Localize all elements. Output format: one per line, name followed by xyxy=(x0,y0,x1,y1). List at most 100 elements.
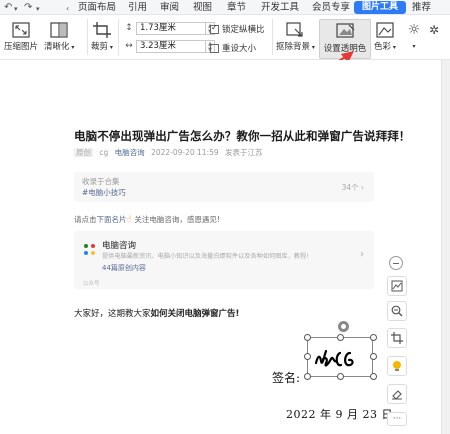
ribbon-divider xyxy=(118,19,119,55)
collection-count: 34个 › xyxy=(341,183,364,192)
layout-icon xyxy=(391,280,403,292)
ribbon-toolbar: 压缩图片 清晰化 ▾ 裁剪 ▾ ↕ 1.73厘米 ▲▼ ↔ 3.23厘米 ▲▼ … xyxy=(0,15,450,60)
color-button[interactable]: 色彩 ▾ xyxy=(374,21,396,53)
resize-handle-bottom-left[interactable] xyxy=(304,373,311,380)
brightness-up-button[interactable]: ☼ ▾ xyxy=(404,21,424,52)
lock-ratio-checkbox[interactable]: 锁定纵横比 xyxy=(210,23,265,35)
ribbon-divider xyxy=(272,19,273,55)
account-name: 电脑咨询 xyxy=(102,241,137,251)
resize-handle-bottom[interactable] xyxy=(337,373,344,380)
collection-box[interactable]: 收录于合集 #电脑小技巧 34个 › xyxy=(74,172,374,202)
finger-icon: ☝ xyxy=(126,215,132,225)
menu-bar: ↶ ▾ ↷ ▾ ‹ 页面布局 引用 审阅 视图 章节 开发工具 会员专享 图片工… xyxy=(0,0,450,15)
crop-button[interactable]: 裁剪 ▾ xyxy=(91,21,113,53)
tab-recommend[interactable]: 推荐 xyxy=(412,1,431,14)
menu-chapter[interactable]: 章节 xyxy=(227,1,246,14)
collection-label: 收录于合集 xyxy=(82,177,120,186)
chevron-right-icon: › xyxy=(360,249,364,260)
redo-icon[interactable]: ↷ xyxy=(24,1,32,14)
brightness-up-dropdown-icon: ▾ xyxy=(412,43,416,50)
ai-tool-button[interactable] xyxy=(387,356,407,376)
layout-options-button[interactable] xyxy=(387,276,407,296)
article-meta: 原创 cg 电脑咨询 2022-09-20 11:59 发表于江苏 xyxy=(74,147,263,158)
menu-member[interactable]: 会员专享 xyxy=(312,1,350,14)
height-input[interactable]: 1.73厘米 xyxy=(136,21,206,35)
remove-background-icon xyxy=(285,21,305,39)
account-description: 提供电脑最新资讯、电脑小知识以及海量白嫖软件以及各种如何图库，教程! xyxy=(102,253,309,260)
author-name: cg xyxy=(99,148,109,157)
compress-label: 压缩图片 xyxy=(4,42,39,52)
vertical-scrollbar[interactable] xyxy=(441,60,450,434)
zoom-button[interactable] xyxy=(387,301,407,321)
reset-size-button[interactable]: 重设大小 xyxy=(210,42,256,54)
compress-image-button[interactable]: 压缩图片 xyxy=(4,21,38,52)
resize-handle-top[interactable] xyxy=(337,334,344,341)
color-icon xyxy=(375,21,395,39)
set-transparent-icon xyxy=(336,23,356,43)
tab-picture-tools[interactable]: 图片工具 xyxy=(354,1,406,14)
clarify-label: 清晰化 ▾ xyxy=(44,42,75,52)
intro-paragraph: 大家好，这期教大家如何关闭电脑弹窗广告! xyxy=(74,307,239,319)
menu-expand-icon[interactable]: ‹ xyxy=(66,2,69,15)
menu-page-layout[interactable]: 页面布局 xyxy=(78,1,116,14)
clarify-icon xyxy=(49,21,69,39)
account-logo-icon xyxy=(84,244,95,255)
eraser-icon xyxy=(392,390,402,400)
resize-handle-top-right[interactable] xyxy=(370,334,377,341)
intro-normal-text: 大家好，这期教大家 xyxy=(74,309,151,319)
lightbulb-icon xyxy=(393,361,401,371)
crop-label: 裁剪 ▾ xyxy=(91,42,113,52)
height-icon: ↕ xyxy=(125,23,133,33)
rotate-handle[interactable] xyxy=(338,321,349,332)
float-crop-button[interactable] xyxy=(387,328,407,348)
menu-references[interactable]: 引用 xyxy=(128,1,147,14)
publish-location: 发表于江苏 xyxy=(225,148,263,157)
publish-date: 2022-09-20 11:59 xyxy=(151,148,219,157)
follow-link[interactable]: 下面名片 xyxy=(97,215,127,224)
intro-bold-text: 如何关闭电脑弹窗广告! xyxy=(150,309,240,319)
resize-handle-right[interactable] xyxy=(370,353,377,360)
account-article-count: 44篇原创内容 xyxy=(102,264,146,272)
eraser-button[interactable] xyxy=(387,384,407,404)
resize-handle-top-left[interactable] xyxy=(304,334,311,341)
follow-prefix: 请点击 xyxy=(74,215,97,224)
float-toolbar-collapse-button[interactable] xyxy=(389,256,403,270)
follow-suffix: 关注电脑咨询，感恩遇见! xyxy=(134,215,220,224)
menu-view[interactable]: 视图 xyxy=(193,1,212,14)
reset-size-label: 重设大小 xyxy=(222,44,257,54)
clarify-button[interactable]: 清晰化 ▾ xyxy=(44,21,74,53)
reset-size-icon xyxy=(210,43,219,53)
brightness-down-icon: ✲ xyxy=(428,23,440,37)
signature-label: 签名: xyxy=(272,371,301,385)
follow-prompt: 请点击下面名片☝ 关注电脑咨询，感恩遇见! xyxy=(74,214,220,225)
account-type-label: 公众号 xyxy=(83,281,100,287)
signature-date: 2022 年 9 月 23 日 xyxy=(286,408,393,421)
zoom-icon xyxy=(391,305,403,317)
more-options-button[interactable]: ··· xyxy=(387,412,407,426)
height-row: ↕ 1.73厘米 ▲▼ xyxy=(122,21,215,35)
menu-developer-tools[interactable]: 开发工具 xyxy=(261,1,299,14)
ribbon-divider xyxy=(87,19,88,55)
lock-ratio-label: 锁定纵横比 xyxy=(222,25,265,35)
checkbox-checked-icon xyxy=(210,23,219,34)
brightness-down-button[interactable]: ✲ xyxy=(424,21,444,39)
width-input[interactable]: 3.23厘米 xyxy=(136,39,206,53)
menu-review[interactable]: 审阅 xyxy=(160,1,179,14)
account-link[interactable]: 电脑咨询 xyxy=(115,148,145,157)
color-label: 色彩 ▾ xyxy=(374,42,396,52)
more-dots-icon: ··· xyxy=(392,414,402,424)
undo-icon[interactable]: ↶ xyxy=(4,1,12,14)
crop-icon xyxy=(391,332,403,344)
original-tag: 原创 xyxy=(74,148,93,157)
collection-tag[interactable]: #电脑小技巧 xyxy=(82,187,126,198)
resize-handle-bottom-right[interactable] xyxy=(370,373,377,380)
account-card[interactable]: 电脑咨询 提供电脑最新资讯、电脑小知识以及海量白嫖软件以及各种如何图库，教程! … xyxy=(74,231,374,289)
signature-image[interactable] xyxy=(310,341,372,377)
crop-icon xyxy=(92,21,112,39)
brightness-up-icon: ☼ xyxy=(407,22,421,38)
width-icon: ↔ xyxy=(125,41,133,51)
article-title: 电脑不停出现弹出广告怎么办？教你一招从此和弹窗广告说拜拜！ xyxy=(74,129,411,143)
resize-handle-left[interactable] xyxy=(304,353,311,360)
width-row: ↔ 3.23厘米 ▲ ▼ xyxy=(122,39,215,53)
compress-icon xyxy=(11,21,31,39)
